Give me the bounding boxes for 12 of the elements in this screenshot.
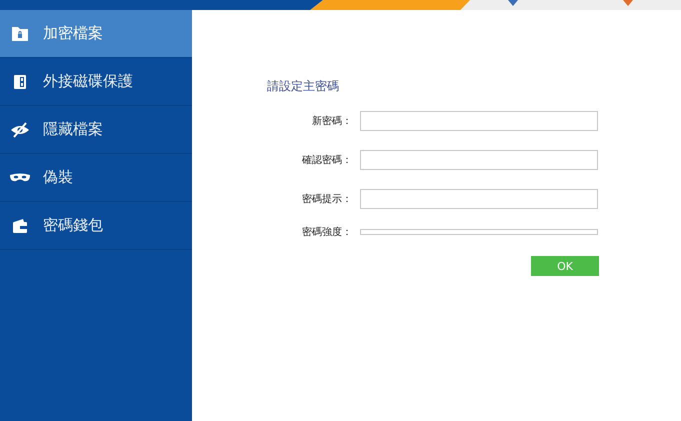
folder-lock-icon bbox=[10, 26, 30, 42]
eye-slash-icon bbox=[10, 122, 30, 138]
input-field[interactable] bbox=[360, 111, 598, 131]
input-field[interactable] bbox=[360, 150, 598, 170]
field-label: 密碼強度： bbox=[301, 226, 352, 239]
field-label: 確認密碼： bbox=[301, 154, 352, 167]
form-title: 請設定主密碼 bbox=[267, 78, 340, 95]
wallet-icon bbox=[10, 218, 30, 234]
field-label: 新密碼： bbox=[311, 114, 352, 128]
input-field[interactable] bbox=[360, 189, 598, 209]
sidebar-item[interactable]: 加密檔案 bbox=[0, 10, 192, 58]
field-label: 密碼提示： bbox=[301, 192, 352, 206]
